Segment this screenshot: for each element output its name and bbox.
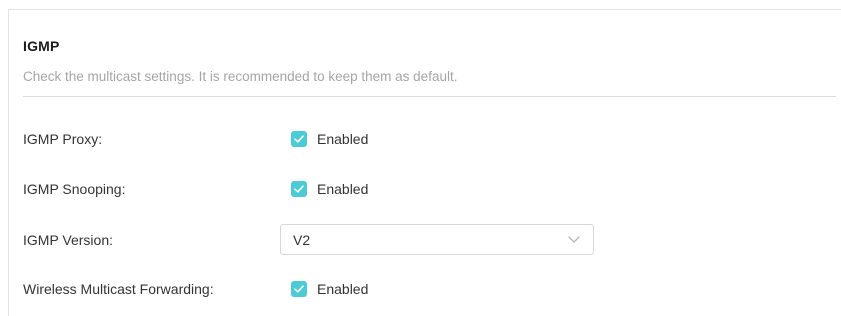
igmp-snooping-checkbox[interactable]: Enabled [291,181,368,197]
igmp-version-select[interactable]: V2 [280,224,594,255]
igmp-version-value[interactable]: V2 [293,232,568,248]
igmp-proxy-label: IGMP Proxy: [23,131,103,147]
igmp-snooping-checkbox-label[interactable]: Enabled [317,181,368,197]
igmp-proxy-checkbox-label[interactable]: Enabled [317,131,368,147]
igmp-proxy-checkbox[interactable]: Enabled [291,131,368,147]
check-icon[interactable] [291,181,307,197]
section-title: IGMP [23,38,60,54]
wireless-multicast-forwarding-checkbox-label[interactable]: Enabled [317,281,368,297]
section-description: Check the multicast settings. It is reco… [23,69,458,84]
check-icon[interactable] [291,281,307,297]
chevron-down-icon[interactable] [568,236,580,243]
check-icon[interactable] [291,131,307,147]
igmp-snooping-label: IGMP Snooping: [23,181,126,197]
wireless-multicast-forwarding-label: Wireless Multicast Forwarding: [23,281,214,297]
wireless-multicast-forwarding-checkbox[interactable]: Enabled [291,281,368,297]
igmp-panel: IGMP Check the multicast settings. It is… [8,9,841,316]
divider [23,96,836,97]
igmp-version-label: IGMP Version: [23,232,114,248]
